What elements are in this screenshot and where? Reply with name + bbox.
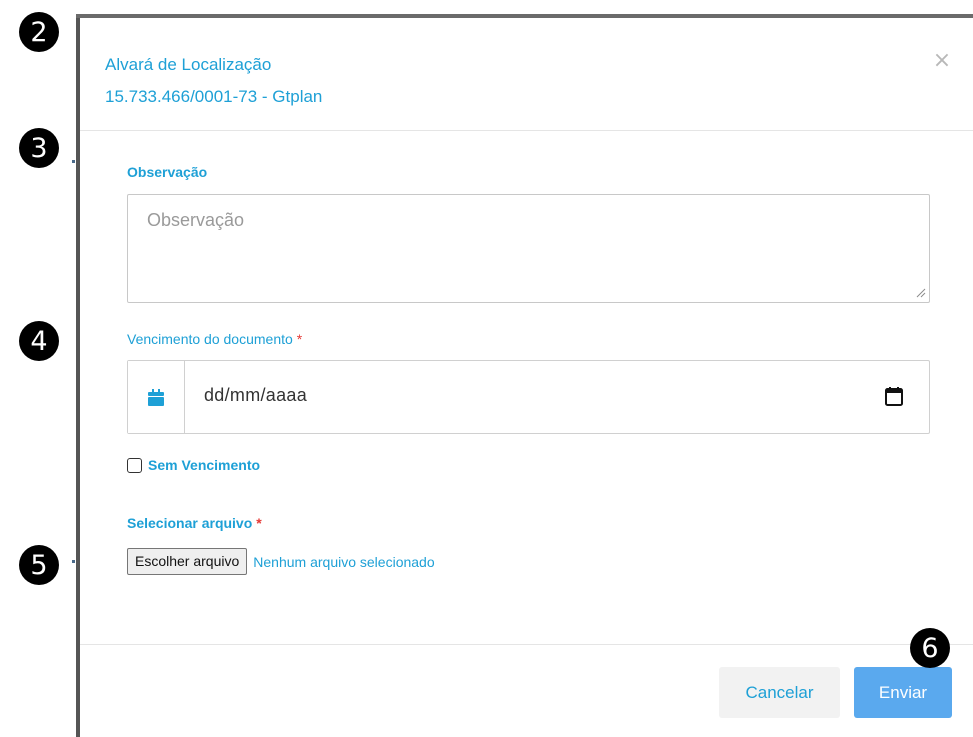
file-status-text: Nenhum arquivo selecionado <box>253 553 435 570</box>
step-marker-5: 5 <box>19 545 59 585</box>
observacao-textarea[interactable] <box>127 194 930 303</box>
step-marker-2: 2 <box>19 12 59 52</box>
upload-modal: Alvará de Localização 15.733.466/0001-73… <box>80 18 973 737</box>
vencimento-label: Vencimento do documento * <box>127 331 302 347</box>
date-input-value[interactable]: dd/mm/aaaa <box>204 385 307 406</box>
step-marker-3: 3 <box>19 128 59 168</box>
observacao-label: Observação <box>127 164 208 180</box>
calendar-icon <box>148 388 164 406</box>
choose-file-button[interactable]: Escolher arquivo <box>127 548 248 575</box>
sem-vencimento-row: Sem Vencimento <box>127 457 260 473</box>
date-addon <box>128 361 185 433</box>
submit-button[interactable]: Enviar <box>854 667 952 718</box>
cancel-button[interactable]: Cancelar <box>719 667 840 718</box>
backdrop-fragment <box>72 160 75 163</box>
modal-subtitle: 15.733.466/0001-73 - Gtplan <box>105 87 323 106</box>
arquivo-label: Selecionar arquivo * <box>127 515 262 531</box>
close-icon[interactable]: × <box>931 50 953 72</box>
backdrop-fragment <box>72 560 75 563</box>
sem-vencimento-checkbox[interactable] <box>127 457 142 473</box>
calendar-picker-icon[interactable] <box>884 386 904 406</box>
page-backdrop <box>0 0 80 737</box>
vencimento-label-text: Vencimento do documento <box>127 331 293 347</box>
modal-title: Alvará de Localização <box>105 55 272 74</box>
step-marker-4: 4 <box>19 321 59 361</box>
required-mark: * <box>296 331 303 347</box>
step-marker-6: 6 <box>910 628 950 668</box>
arquivo-label-text: Selecionar arquivo <box>127 515 253 531</box>
required-mark: * <box>256 515 262 531</box>
modal-header: Alvará de Localização 15.733.466/0001-73… <box>80 18 973 131</box>
vencimento-date-field[interactable]: dd/mm/aaaa <box>127 360 930 434</box>
sem-vencimento-label[interactable]: Sem Vencimento <box>148 457 260 473</box>
footer-divider <box>80 644 973 645</box>
file-input-row: Escolher arquivo Nenhum arquivo selecion… <box>127 548 435 575</box>
